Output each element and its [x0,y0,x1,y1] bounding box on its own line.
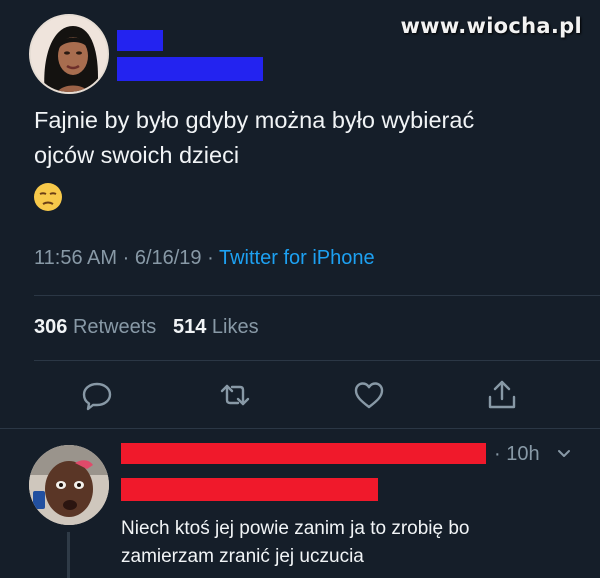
watermark: www.wiocha.pl [400,14,582,38]
unamused-face-emoji [33,182,63,212]
redacted-username [117,57,263,81]
avatar[interactable] [29,445,109,525]
reply-icon[interactable] [80,378,114,412]
thread-line [67,532,70,578]
divider [0,428,600,429]
retweets-label[interactable]: Retweets [73,316,156,338]
avatar[interactable] [29,14,109,94]
meta-separator: · [207,247,214,269]
reply-text-line: zamierzam zranić jej uczucia [121,546,364,567]
like-icon[interactable] [352,378,386,412]
meta-separator: · [122,247,130,269]
redacted-display-name [117,30,163,51]
reply-time[interactable]: · 10h [494,443,540,466]
share-icon[interactable] [485,378,519,412]
retweets-count[interactable]: 306 [34,316,67,338]
retweet-icon[interactable] [218,378,252,412]
tweet-time[interactable]: 11:56 AM [34,247,117,269]
tweet-text: Fajnie by było gdyby można było wybierać… [34,103,582,173]
tweet-date[interactable]: 6/16/19 [135,247,202,269]
reply-text: Niech ktoś jej powie zanim ja to zrobię … [121,515,591,571]
tweet-meta: 11:56 AM · 6/16/19 · Twitter for iPhone [34,247,375,270]
tweet-stats: 306 Retweets 514 Likes [34,316,259,339]
tweet-text-line: ojców swoich dzieci [34,142,240,168]
divider [34,295,600,296]
likes-label[interactable]: Likes [212,316,259,338]
reply-text-line: Niech ktoś jej powie zanim ja to zrobię … [121,518,470,539]
redacted-display-name [121,443,486,464]
divider [34,360,600,361]
chevron-down-icon[interactable] [556,446,572,462]
tweet-source-link[interactable]: Twitter for iPhone [219,247,375,269]
tweet-text-line: Fajnie by było gdyby można było wybierać [34,107,475,133]
likes-count[interactable]: 514 [173,316,206,338]
redacted-username [121,478,378,501]
